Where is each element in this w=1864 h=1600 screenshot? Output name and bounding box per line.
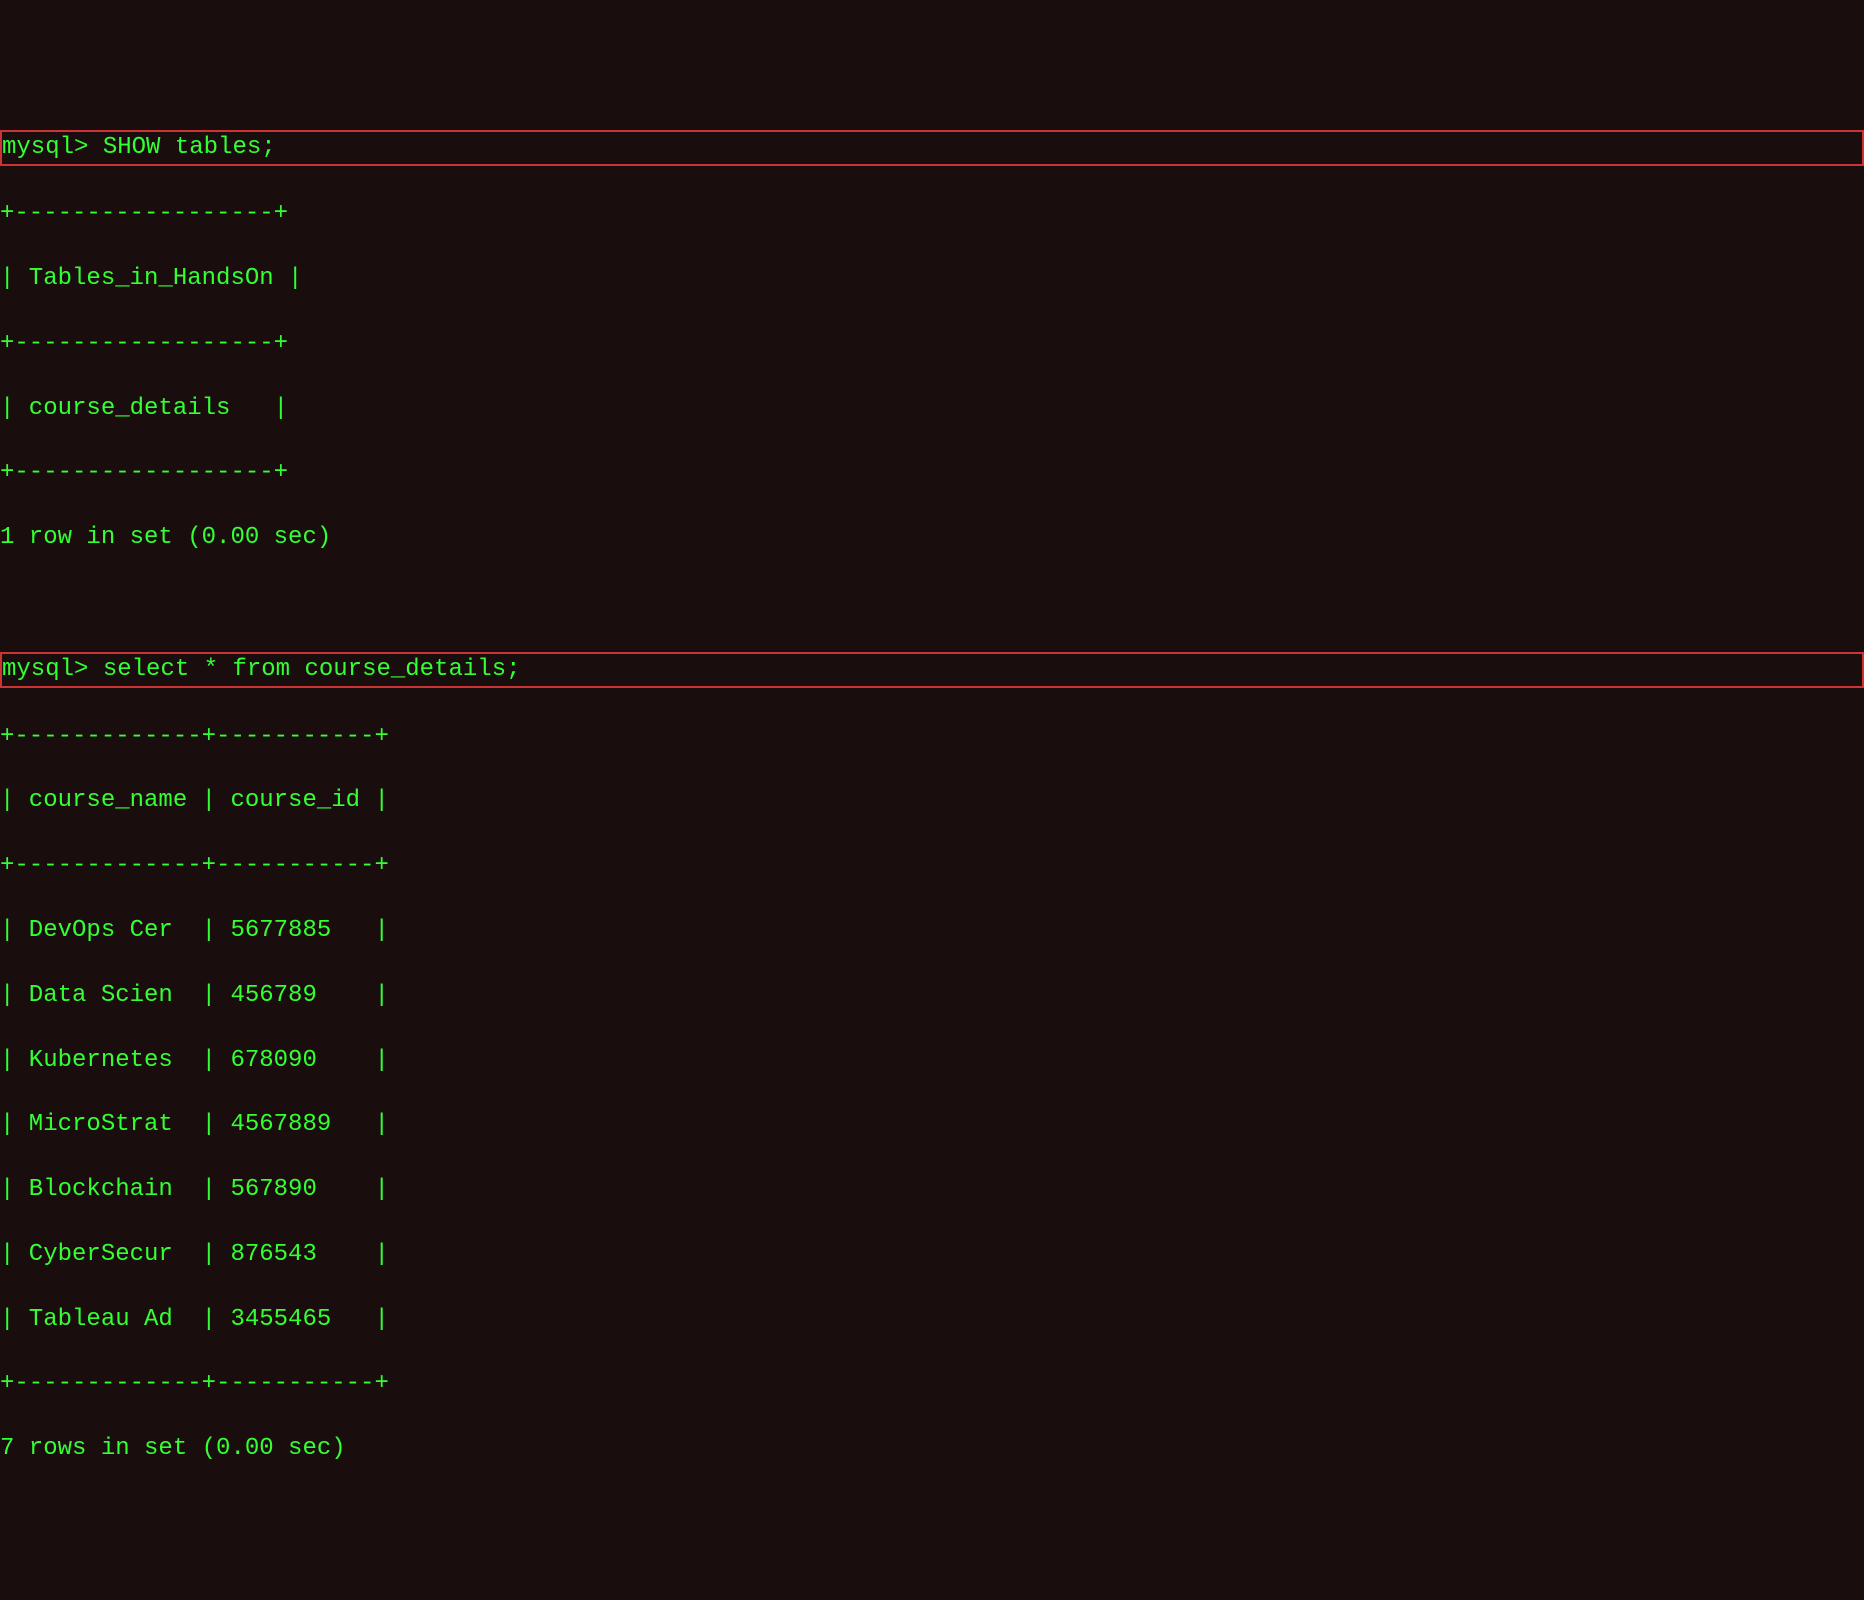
table-row: | course_details | [0, 393, 1864, 425]
table-row: | Data Scien | 456789 | [0, 980, 1864, 1012]
table-border: +-------------+-----------+ [0, 1368, 1864, 1400]
table-border: +------------------+ [0, 198, 1864, 230]
result-summary: 7 rows in set (0.00 sec) [0, 1433, 1864, 1465]
table-row: | CyberSecur | 876543 | [0, 1239, 1864, 1271]
mysql-prompt: mysql> [2, 134, 88, 161]
mysql-command-line-1[interactable]: mysql> SHOW tables; [0, 130, 1864, 166]
table-row: | DevOps Cer | 5677885 | [0, 915, 1864, 947]
table-border: +-------------+-----------+ [0, 721, 1864, 753]
query-show-tables: SHOW tables; [103, 134, 276, 161]
mysql-prompt: mysql> [2, 656, 88, 683]
table-border: +------------------+ [0, 328, 1864, 360]
table-row: | Kubernetes | 678090 | [0, 1045, 1864, 1077]
table-header: | Tables_in_HandsOn | [0, 263, 1864, 295]
table-row: | Tableau Ad | 3455465 | [0, 1304, 1864, 1336]
table-row: | Blockchain | 567890 | [0, 1174, 1864, 1206]
table-header: | course_name | course_id | [0, 785, 1864, 817]
table-row: | MicroStrat | 4567889 | [0, 1109, 1864, 1141]
table-border: +------------------+ [0, 457, 1864, 489]
query-select-course-details: select * from course_details; [103, 656, 521, 683]
result-summary: 1 row in set (0.00 sec) [0, 522, 1864, 554]
mysql-command-line-2[interactable]: mysql> select * from course_details; [0, 652, 1864, 688]
table-border: +-------------+-----------+ [0, 850, 1864, 882]
blank-line [0, 587, 1864, 619]
